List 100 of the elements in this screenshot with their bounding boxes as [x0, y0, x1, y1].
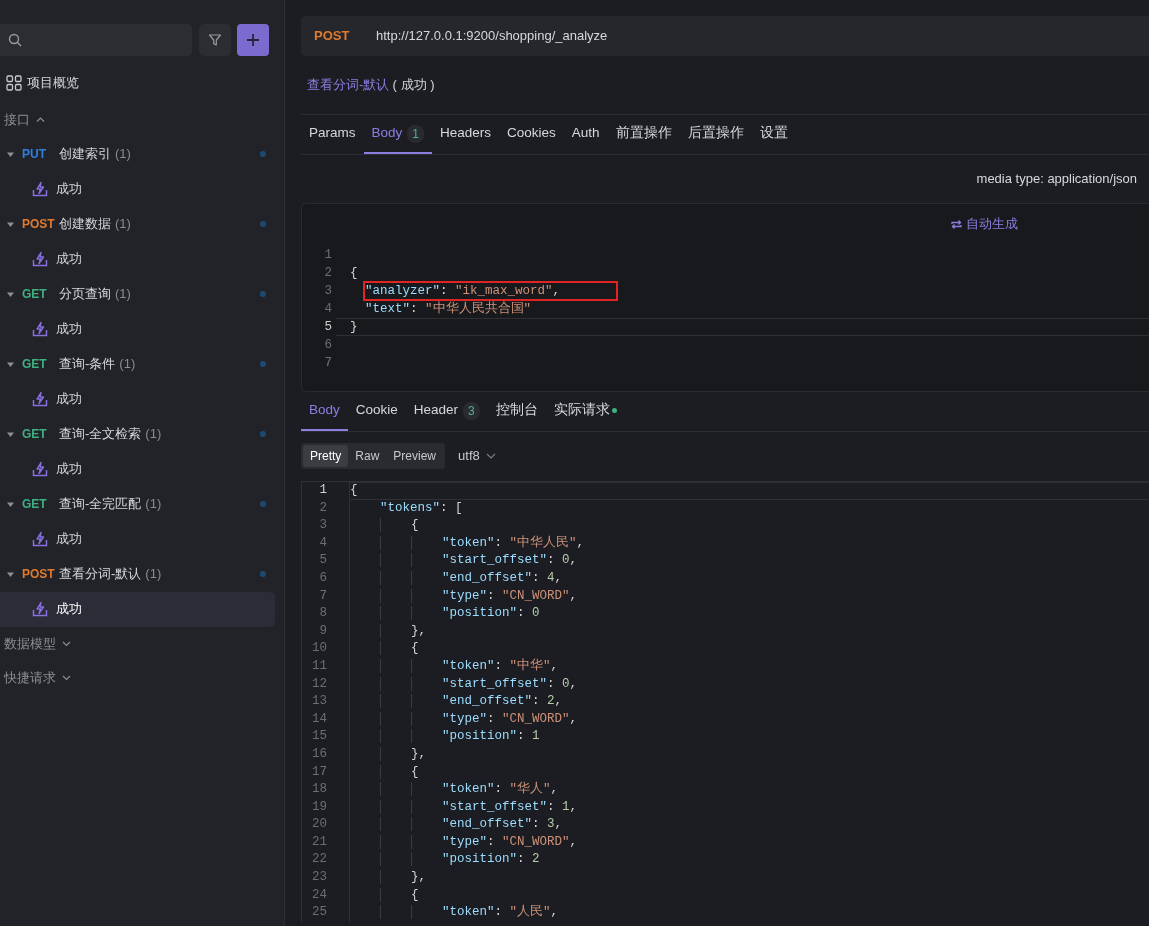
- add-button[interactable]: [237, 24, 269, 56]
- code-line: "position": 0: [349, 605, 1149, 623]
- line-number: 25: [301, 904, 331, 922]
- method-label: POST: [22, 216, 56, 233]
- tab[interactable]: 后置操作: [679, 115, 752, 154]
- format-tab[interactable]: Pretty: [303, 445, 349, 467]
- line-number: 24: [301, 886, 331, 905]
- line-number: 2: [301, 499, 331, 518]
- tab[interactable]: Header 3: [405, 392, 488, 431]
- media-type-label: media type: application/json: [976, 170, 1137, 189]
- format-tab[interactable]: Raw: [348, 445, 387, 467]
- line-number: 3: [323, 283, 333, 300]
- filter-icon: [207, 33, 222, 47]
- example-item[interactable]: 成功: [0, 311, 275, 347]
- filter-button[interactable]: [198, 24, 231, 56]
- request-name[interactable]: 查看分词-默认: [59, 564, 142, 584]
- chevron-down-icon[interactable]: [62, 673, 71, 682]
- line-number: 6: [301, 569, 331, 588]
- code-line: "tokens": [: [349, 499, 1149, 518]
- tab[interactable]: Cookie: [347, 392, 406, 431]
- bolt-tray-icon: [32, 601, 48, 617]
- request-name[interactable]: 查询-全完匹配: [59, 494, 142, 514]
- line-number: 23: [301, 869, 331, 887]
- status-dot: [260, 291, 266, 297]
- code-line: "token": "人民",: [349, 904, 1149, 922]
- line-number: 16: [301, 745, 331, 764]
- tab[interactable]: 实际请求: [545, 392, 625, 431]
- example-item[interactable]: 成功: [0, 241, 275, 277]
- line-number: 4: [301, 534, 331, 553]
- line-number: 1: [323, 247, 333, 264]
- line-number: 15: [301, 728, 331, 746]
- bolt-tray-icon: [32, 391, 48, 407]
- code-line: {: [349, 517, 1149, 535]
- code-line: "end_offset": 3,: [349, 816, 1149, 834]
- chevron-down-icon: [486, 451, 497, 461]
- method-label: GET: [22, 496, 48, 513]
- tab[interactable]: Cookies: [499, 115, 564, 154]
- code-line: "token": "华人",: [349, 781, 1149, 799]
- example-item[interactable]: 成功: [0, 521, 275, 557]
- request-name[interactable]: 分页查询: [59, 284, 111, 304]
- tab[interactable]: Headers: [432, 115, 499, 154]
- line-number: 9: [301, 622, 331, 641]
- bolt-tray-icon: [32, 461, 48, 477]
- request-name[interactable]: 创建索引: [59, 144, 111, 164]
- line-number: 2: [323, 265, 333, 282]
- code-line: {: [349, 482, 1149, 500]
- request-name[interactable]: 查询-条件: [59, 354, 116, 374]
- code-line: "type": "CN_WORD",: [349, 587, 1149, 606]
- overview-label[interactable]: 项目概览: [27, 72, 79, 93]
- request-count: (1): [115, 145, 131, 164]
- tab[interactable]: Params: [301, 115, 364, 154]
- method-label: PUT: [22, 146, 47, 163]
- line-number: 21: [301, 833, 331, 852]
- request-name[interactable]: 查询-全文检索: [59, 424, 142, 444]
- tab[interactable]: Body: [301, 392, 348, 431]
- code-line: "text": "中华人民共合国": [364, 300, 533, 318]
- code-line: "end_offset": 4,: [349, 569, 1149, 588]
- example-item[interactable]: 成功: [0, 381, 275, 417]
- tab[interactable]: 控制台: [487, 392, 546, 431]
- code-line: }: [336, 318, 1149, 336]
- example-item[interactable]: 成功: [0, 171, 275, 207]
- code-line: "end_offset": 2,: [349, 693, 1149, 711]
- request-count: (1): [145, 495, 162, 514]
- code-line: {: [349, 640, 1149, 658]
- code-line: "analyzer": "ik_max_word",: [365, 284, 561, 298]
- section-header[interactable]: 接口: [4, 109, 30, 130]
- format-tab[interactable]: Preview: [386, 445, 444, 467]
- chevron-up-icon[interactable]: [36, 115, 45, 124]
- search-field[interactable]: [0, 24, 192, 56]
- tab[interactable]: Auth: [563, 115, 608, 154]
- section-header[interactable]: 快捷请求: [4, 667, 56, 688]
- line-number: 7: [301, 587, 331, 606]
- line-number: 7: [323, 355, 333, 372]
- request-name[interactable]: 创建数据: [59, 214, 111, 234]
- code-line: "type": "CN_WORD",: [349, 833, 1149, 852]
- example-item[interactable]: 成功: [0, 451, 275, 487]
- bolt-tray-icon: [32, 181, 48, 197]
- line-number: 11: [301, 657, 331, 676]
- section-header[interactable]: 数据模型: [4, 633, 56, 654]
- status-dot: [260, 361, 266, 367]
- tab[interactable]: Body 1: [363, 115, 432, 154]
- code-line: "token": "中华人民",: [349, 534, 1149, 553]
- line-number: 6: [323, 337, 333, 354]
- line-number: 3: [301, 517, 331, 535]
- method-label: GET: [22, 356, 48, 373]
- tab[interactable]: 设置: [751, 115, 796, 154]
- tab[interactable]: 前置操作: [607, 115, 680, 154]
- url-bar[interactable]: POST http://127.0.0.1:9200/shopping/_analyze: [301, 16, 1149, 56]
- encoding-select[interactable]: utf8: [458, 446, 497, 466]
- code-editor[interactable]: 自动生成 1 2 { 3 "analyzer": "ik_max_word", 4 "text": "中华人民共合国" 5 } 6 7: [301, 203, 1149, 392]
- generate-button[interactable]: 自动生成: [948, 213, 1019, 235]
- example-item[interactable]: 成功: [0, 591, 275, 627]
- code-line: "position": 1: [349, 728, 1149, 746]
- method-label: POST: [314, 27, 351, 46]
- code-line: "token": "中华",: [349, 657, 1149, 676]
- search-icon: [8, 33, 22, 47]
- request-count: (1): [115, 285, 131, 304]
- line-number: 10: [301, 640, 331, 658]
- bolt-tray-icon: [32, 321, 48, 337]
- chevron-down-icon[interactable]: [62, 639, 71, 648]
